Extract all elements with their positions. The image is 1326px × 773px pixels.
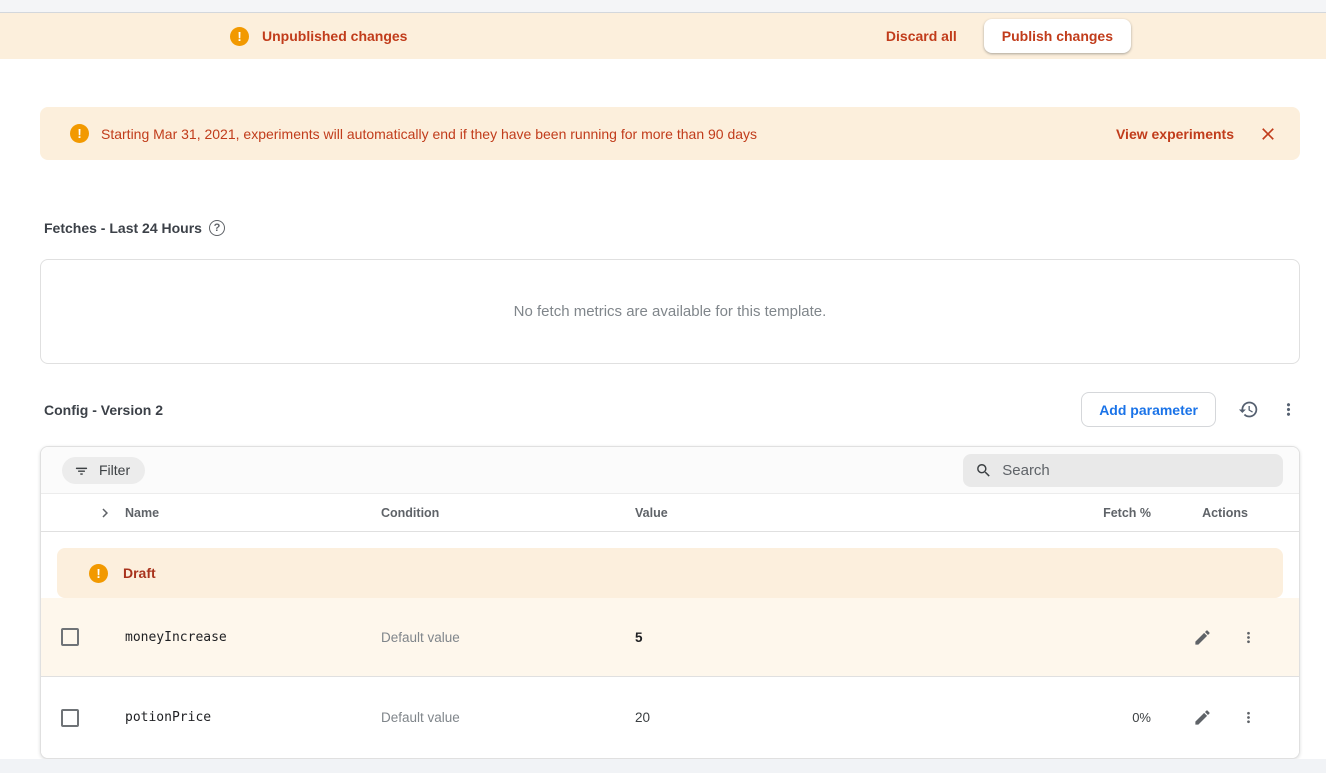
search-field bbox=[963, 454, 1283, 487]
view-experiments-link[interactable]: View experiments bbox=[1116, 126, 1234, 142]
fetch-metrics-card: No fetch metrics are available for this … bbox=[40, 259, 1300, 364]
table-toolbar: Filter bbox=[41, 447, 1299, 494]
filter-button[interactable]: Filter bbox=[62, 457, 145, 484]
parameter-value: 5 bbox=[635, 630, 1061, 645]
table-header-row: Name Condition Value Fetch % Actions bbox=[41, 494, 1299, 532]
search-input[interactable] bbox=[1002, 462, 1271, 479]
draft-label: Draft bbox=[123, 565, 156, 581]
no-fetch-metrics-message: No fetch metrics are available for this … bbox=[514, 303, 827, 320]
row-checkbox[interactable] bbox=[61, 709, 79, 727]
unpublished-changes-bar: ! Unpublished changes Discard all Publis… bbox=[0, 13, 1326, 59]
kebab-menu-icon[interactable] bbox=[1276, 398, 1300, 422]
top-chrome-strip bbox=[0, 0, 1326, 13]
parameter-fetch-pct: 0% bbox=[1061, 710, 1151, 725]
search-icon bbox=[975, 461, 992, 480]
kebab-menu-icon[interactable] bbox=[1236, 706, 1260, 730]
add-parameter-button[interactable]: Add parameter bbox=[1081, 392, 1216, 427]
parameter-condition: Default value bbox=[381, 630, 635, 645]
parameters-table: Filter Name Condition Value Fetch % Acti… bbox=[40, 446, 1300, 759]
parameter-name: moneyIncrease bbox=[125, 630, 381, 645]
warning-icon: ! bbox=[89, 564, 108, 583]
filter-label: Filter bbox=[99, 462, 130, 478]
column-header-fetch: Fetch % bbox=[1061, 506, 1151, 520]
chevron-right-icon[interactable] bbox=[95, 503, 115, 523]
column-header-condition: Condition bbox=[381, 506, 635, 520]
help-icon[interactable]: ? bbox=[209, 220, 225, 236]
edit-pencil-icon[interactable] bbox=[1190, 625, 1214, 649]
config-section-header: Config - Version 2 Add parameter bbox=[40, 392, 1300, 427]
parameter-condition: Default value bbox=[381, 710, 635, 725]
config-title: Config - Version 2 bbox=[44, 402, 163, 418]
fetches-title: Fetches - Last 24 Hours bbox=[44, 220, 202, 236]
parameter-value: 20 bbox=[635, 710, 1061, 725]
warning-icon: ! bbox=[70, 124, 89, 143]
column-header-value: Value bbox=[635, 506, 1061, 520]
experiments-notice-message: Starting Mar 31, 2021, experiments will … bbox=[101, 126, 757, 142]
column-header-actions: Actions bbox=[1151, 506, 1299, 520]
discard-all-button[interactable]: Discard all bbox=[886, 28, 957, 44]
history-icon[interactable] bbox=[1236, 398, 1260, 422]
close-icon[interactable] bbox=[1256, 122, 1280, 146]
publish-changes-button[interactable]: Publish changes bbox=[984, 19, 1131, 53]
draft-banner: ! Draft bbox=[57, 548, 1283, 598]
page-footer-strip bbox=[0, 759, 1326, 773]
warning-icon: ! bbox=[230, 27, 249, 46]
fetches-section-header: Fetches - Last 24 Hours ? bbox=[40, 220, 1300, 236]
unpublished-changes-label: Unpublished changes bbox=[262, 28, 407, 44]
table-row[interactable]: potionPrice Default value 20 0% bbox=[41, 676, 1299, 758]
remote-config-page: ! Starting Mar 31, 2021, experiments wil… bbox=[0, 59, 1326, 759]
kebab-menu-icon[interactable] bbox=[1236, 625, 1260, 649]
row-checkbox[interactable] bbox=[61, 628, 79, 646]
experiments-notice-banner: ! Starting Mar 31, 2021, experiments wil… bbox=[40, 107, 1300, 160]
edit-pencil-icon[interactable] bbox=[1190, 706, 1214, 730]
filter-icon bbox=[73, 462, 90, 479]
table-row[interactable]: moneyIncrease Default value 5 bbox=[41, 598, 1299, 676]
parameter-name: potionPrice bbox=[125, 710, 381, 725]
column-header-name: Name bbox=[125, 506, 381, 520]
